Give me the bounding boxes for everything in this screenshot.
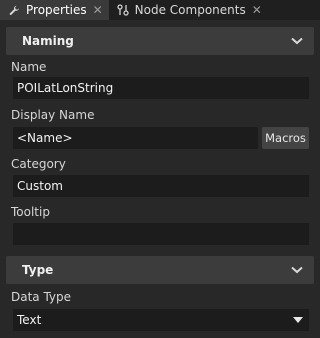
type-section-header[interactable]: Type — [6, 256, 314, 284]
category-label: Category — [11, 157, 66, 171]
tooltip-field[interactable] — [13, 223, 309, 245]
tab-node-components-label: Node Components — [134, 3, 246, 17]
category-field[interactable]: Custom — [13, 175, 309, 197]
tab-node-components[interactable]: Node Components ✕ — [109, 0, 268, 20]
tab-node-components-close-icon[interactable]: ✕ — [252, 3, 262, 17]
tab-properties-close-icon[interactable]: ✕ — [93, 3, 103, 17]
properties-panel: Naming Name POILatLonString Display Name… — [0, 20, 320, 338]
display-name-field[interactable]: <Name> — [13, 127, 258, 149]
name-label: Name — [11, 60, 47, 74]
name-field[interactable]: POILatLonString — [13, 77, 309, 99]
chevron-down-icon[interactable] — [290, 34, 304, 48]
display-name-label: Display Name — [11, 108, 95, 122]
tooltip-label: Tooltip — [11, 205, 50, 219]
tab-properties[interactable]: Properties ✕ — [0, 0, 109, 20]
wrench-icon — [8, 4, 20, 16]
chevron-down-icon[interactable] — [290, 263, 304, 277]
naming-section-title: Naming — [22, 34, 74, 48]
data-type-value: Text — [17, 313, 42, 327]
caret-down-icon — [293, 317, 303, 323]
tab-properties-label: Properties — [26, 3, 87, 17]
naming-section-header[interactable]: Naming — [6, 27, 314, 55]
data-type-dropdown[interactable]: Text — [13, 309, 309, 331]
data-type-label: Data Type — [11, 290, 72, 304]
type-section-title: Type — [22, 263, 54, 277]
node-components-icon — [117, 4, 129, 16]
tab-bar: Properties ✕ Node Components ✕ — [0, 0, 320, 20]
macros-button[interactable]: Macros — [262, 127, 309, 149]
